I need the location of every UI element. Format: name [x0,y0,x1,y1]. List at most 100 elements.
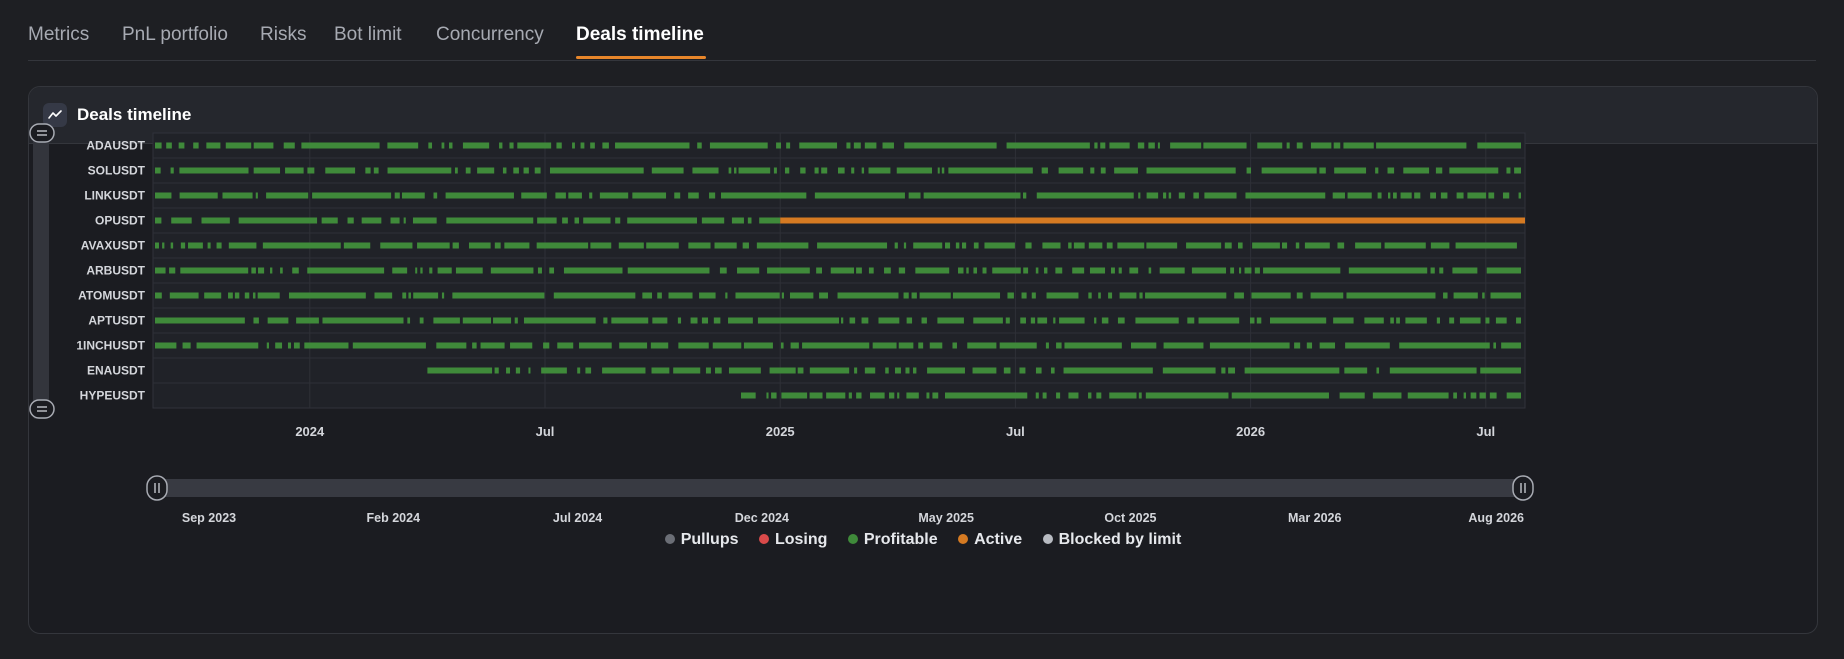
deal-bar [1031,292,1036,299]
deal-bar [1230,267,1235,274]
deal-bar [1109,142,1130,149]
deal-bar [1393,192,1397,199]
deal-bar [1456,192,1464,199]
deal-bar [712,342,742,349]
deal-bar [510,342,533,349]
active-tab-indicator [576,56,706,59]
deal-bar [155,292,162,299]
deal-bar [1109,392,1137,399]
deal-bar [1261,167,1317,174]
deal-bar [1376,367,1380,374]
deal-bar [1449,167,1499,174]
deal-bar [837,292,899,299]
deal-bar [652,317,668,324]
legend-active[interactable]: Active [958,531,1022,549]
deal-bar [618,242,644,249]
legend-profitable[interactable]: Profitable [847,531,938,549]
navigator-handle-right[interactable] [1512,475,1534,501]
deal-bar [668,292,693,299]
deal-bar [1306,342,1313,349]
deal-bar [1073,242,1085,249]
deal-bar [688,192,699,199]
deal-bar [1178,192,1185,199]
deal-bar [420,267,423,274]
deal-bar [719,267,727,274]
deal-bar [196,342,259,349]
deal-bar [932,392,939,399]
deal-bar [428,142,433,149]
deal-bar [651,167,684,174]
deal-bar [776,142,782,149]
deal-bar [955,242,960,249]
deal-bar [1453,392,1457,399]
legend-pullups[interactable]: Pullups [664,531,739,549]
tab-risks[interactable]: Risks [260,24,306,46]
vertical-scroll-handle-top[interactable] [29,123,55,143]
deal-bar [1037,317,1048,324]
deal-bar [771,392,777,399]
deal-bar [1117,317,1125,324]
deal-bar [253,317,259,324]
deal-bar [574,217,580,224]
navigator-tick-label: Mar 2026 [1288,511,1342,525]
navigator-tick-label: May 2025 [918,511,974,525]
tab-bar: Metrics PnL portfolio Risks Bot limit Co… [28,0,1816,61]
deal-bar [255,192,258,199]
row-label: ATOMUSDT [78,289,146,303]
deal-bar [1251,292,1291,299]
deal-bar [1221,367,1226,374]
tab-pnl-portfolio[interactable]: PnL portfolio [122,24,228,46]
tab-deals-timeline[interactable]: Deals timeline [576,24,704,46]
deal-bar [454,167,458,174]
deal-bar [816,267,823,274]
deal-bar [905,367,910,374]
tab-bot-limit[interactable]: Bot limit [334,24,402,46]
deal-bar [802,342,870,349]
deal-bar [908,192,921,199]
deal-bar [499,142,503,149]
deal-bar [830,267,855,274]
tab-metrics[interactable]: Metrics [28,24,89,46]
deal-bar [1387,192,1391,199]
legend-losing[interactable]: Losing [758,531,827,549]
deal-bar [179,192,218,199]
deal-bar [1493,342,1497,349]
deal-bar [365,167,371,174]
deal-bar [709,142,768,149]
deal-bar [927,367,965,374]
deal-bar [1488,192,1495,199]
deal-bar [1376,142,1467,149]
deal-bar [958,267,964,274]
deal-bar [1490,292,1521,299]
deal-bar [244,292,250,299]
vertical-scroll-handle-bottom[interactable] [29,399,55,419]
deal-bar [1254,267,1260,274]
deal-bar [1193,192,1199,199]
legend-blocked-by-limit[interactable]: Blocked by limit [1042,531,1181,549]
deal-bar [449,142,453,149]
deal-bar [1439,267,1444,274]
deal-bar [642,292,653,299]
deal-bar [1146,242,1178,249]
deal-bar [1257,142,1283,149]
deal-bar [1489,392,1497,399]
deal-bar [1056,392,1061,399]
deal-bar [1094,317,1097,324]
navigator-handle-left[interactable] [146,475,168,501]
deal-bar [1117,242,1145,249]
tab-concurrency[interactable]: Concurrency [436,24,544,46]
deal-bar [1347,192,1372,199]
deal-bar [646,242,679,249]
deal-bar [1403,167,1430,174]
deal-bar [799,142,838,149]
deal-bar [1467,192,1487,199]
deal-bar [1463,392,1467,399]
active-deal-bar [780,217,1525,224]
deal-bar [280,267,283,274]
deal-bar [1101,317,1109,324]
deal-bar [415,267,418,274]
deal-bar [1399,342,1490,349]
deal-bar [1296,142,1303,149]
deal-bar [343,242,371,249]
deal-bar [1449,317,1455,324]
